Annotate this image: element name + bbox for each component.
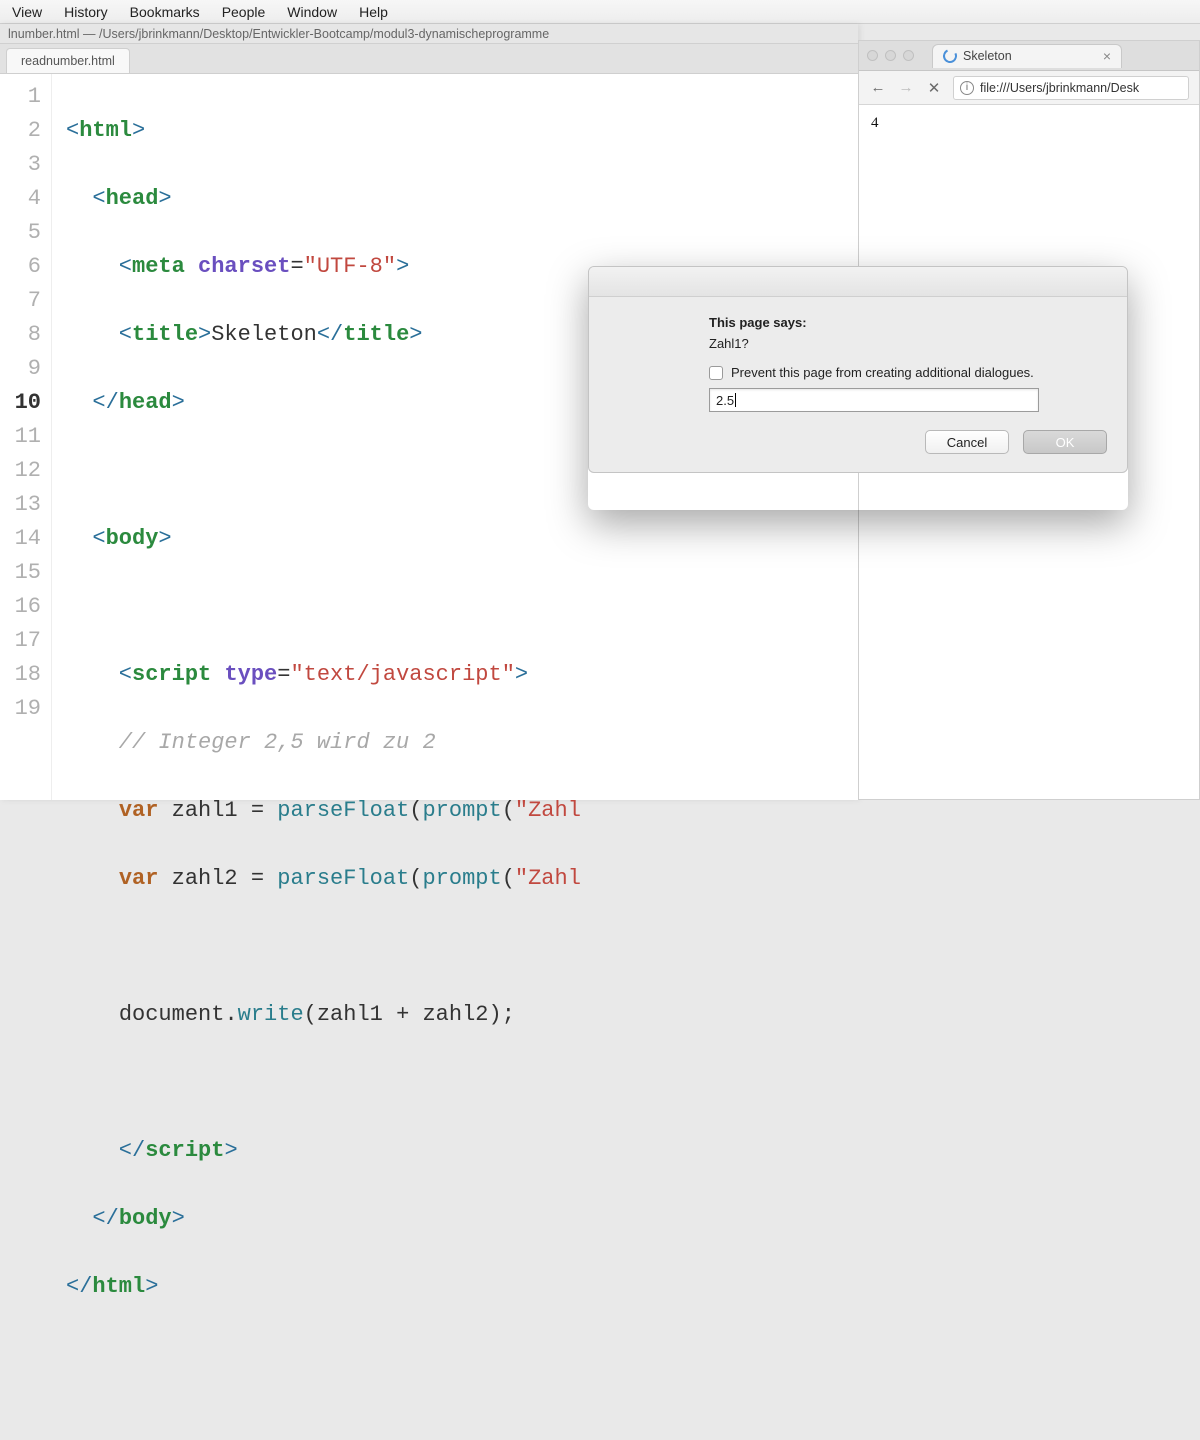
ok-button[interactable]: OK (1023, 430, 1107, 454)
window-controls[interactable] (867, 50, 914, 61)
traffic-close-icon[interactable] (867, 50, 878, 61)
menu-help[interactable]: Help (359, 4, 388, 20)
prompt-input-value: 2.5 (716, 393, 734, 408)
menu-people[interactable]: People (222, 4, 266, 20)
prevent-dialogs-checkbox[interactable]: Prevent this page from creating addition… (709, 365, 1099, 380)
browser-tabbar: Skeleton × (859, 41, 1199, 71)
js-prompt-dialog: This page says: Zahl1? Prevent this page… (588, 266, 1128, 473)
address-url: file:///Users/jbrinkmann/Desk (980, 81, 1139, 95)
dialog-heading: This page says: (709, 315, 1099, 330)
code-content[interactable]: <html> <head> <meta charset="UTF-8"> <ti… (52, 74, 581, 800)
browser-toolbar: ← → ✕ i file:///Users/jbrinkmann/Desk (859, 71, 1199, 105)
browser-tab-skeleton[interactable]: Skeleton × (932, 44, 1122, 68)
mac-menubar: View History Bookmarks People Window Hel… (0, 0, 1200, 24)
text-caret-icon (735, 393, 736, 407)
close-tab-icon[interactable]: × (1103, 48, 1111, 64)
line-gutter: 12345678910111213141516171819 (0, 74, 52, 800)
prompt-input[interactable]: 2.5 (709, 388, 1039, 412)
dialog-message: Zahl1? (709, 336, 1099, 351)
stop-icon[interactable]: ✕ (925, 79, 943, 97)
browser-tab-title: Skeleton (963, 49, 1012, 63)
menu-bookmarks[interactable]: Bookmarks (130, 4, 200, 20)
editor-titlebar: lnumber.html — /Users/jbrinkmann/Desktop… (0, 24, 858, 44)
back-icon[interactable]: ← (869, 79, 887, 96)
traffic-max-icon[interactable] (903, 50, 914, 61)
prevent-dialogs-label: Prevent this page from creating addition… (731, 365, 1034, 380)
cancel-button[interactable]: Cancel (925, 430, 1009, 454)
editor-path: lnumber.html — /Users/jbrinkmann/Desktop… (8, 27, 549, 41)
checkbox-icon[interactable] (709, 366, 723, 380)
forward-icon: → (897, 79, 915, 96)
browser-viewport: 4 (859, 105, 1199, 142)
traffic-min-icon[interactable] (885, 50, 896, 61)
menu-window[interactable]: Window (287, 4, 337, 20)
editor-tab-readnumber[interactable]: readnumber.html (6, 48, 130, 73)
menu-history[interactable]: History (64, 4, 108, 20)
dialog-titlebar (589, 267, 1127, 297)
menu-view[interactable]: View (12, 4, 42, 20)
address-bar[interactable]: i file:///Users/jbrinkmann/Desk (953, 76, 1189, 100)
loading-spinner-icon (941, 47, 959, 65)
page-output: 4 (871, 115, 879, 131)
site-info-icon[interactable]: i (960, 81, 974, 95)
editor-tabstrip: readnumber.html (0, 44, 858, 74)
